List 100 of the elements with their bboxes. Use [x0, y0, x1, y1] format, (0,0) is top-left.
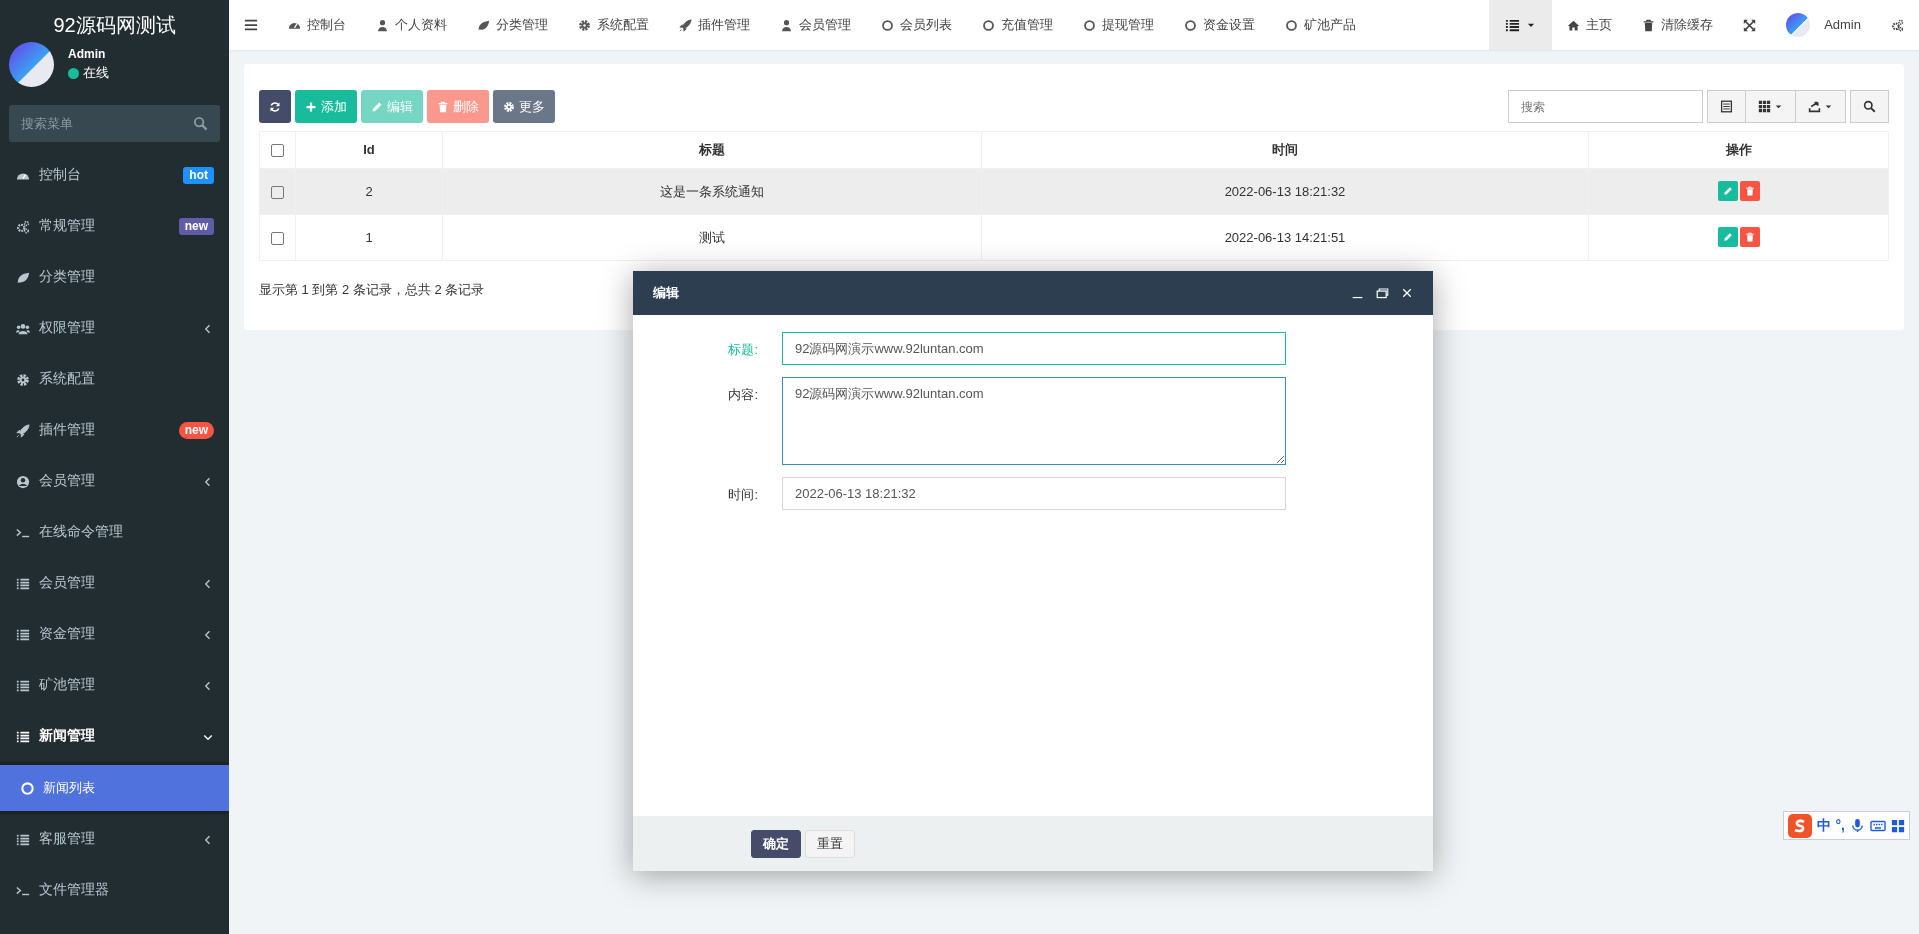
delete-button[interactable]	[1739, 181, 1760, 202]
nav-tab[interactable]: 个人资料	[361, 0, 462, 50]
column-header: 时间	[981, 131, 1589, 169]
nav-tab[interactable]: 控制台	[273, 0, 361, 50]
caret-icon	[1824, 102, 1833, 111]
apps-icon[interactable]	[1891, 818, 1905, 833]
menu-item[interactable]: 会员管理	[0, 456, 229, 507]
text-field[interactable]: 2022-06-13 18:21:32	[782, 477, 1286, 510]
menu-item[interactable]: 控制台 hot	[0, 150, 229, 201]
pencil-icon	[371, 100, 383, 113]
nav-link[interactable]: 清除缓存	[1627, 0, 1729, 50]
user-icon	[16, 474, 30, 489]
more-button[interactable]: 更多	[493, 90, 555, 123]
nav-tab[interactable]: 充值管理	[967, 0, 1068, 50]
table-cell: 这是一条系统通知	[442, 168, 982, 215]
microphone-icon[interactable]	[1850, 818, 1865, 833]
menu-item[interactable]: 在线命令管理	[0, 507, 229, 558]
nav-tab[interactable]: 矿池产品	[1270, 0, 1371, 50]
circle-icon	[982, 18, 995, 32]
table-cell: 1	[295, 214, 443, 261]
menu-item[interactable]: 资金管理	[0, 609, 229, 660]
trash-icon	[1744, 186, 1755, 197]
user-icon	[780, 18, 793, 32]
list-icon	[1505, 17, 1521, 33]
menu-badge: hot	[183, 167, 214, 184]
field-label: 内容:	[727, 386, 759, 404]
row-checkbox[interactable]	[271, 231, 284, 245]
trash-icon	[437, 100, 449, 113]
nav-link[interactable]: 主页	[1552, 0, 1628, 50]
text-field[interactable]: 92源码网演示www.92luntan.com	[782, 332, 1286, 365]
table-cell: 2	[295, 168, 443, 215]
reset-button[interactable]: 重置	[805, 829, 855, 858]
list-icon	[16, 627, 30, 642]
plus-icon	[305, 100, 317, 113]
circle-icon	[1184, 18, 1197, 32]
gear-icon	[578, 18, 591, 32]
submenu-item[interactable]: 新闻列表	[0, 765, 229, 811]
confirm-button[interactable]: 确定	[751, 829, 801, 858]
column-header: 操作	[1588, 131, 1889, 169]
trash-icon	[1642, 18, 1656, 32]
menu-item[interactable]: 会员管理	[0, 558, 229, 609]
field-label: 标题:	[727, 341, 759, 359]
refresh-button[interactable]	[259, 90, 291, 123]
search-icon	[193, 116, 208, 131]
close-icon[interactable]	[1401, 286, 1413, 299]
dropdown-button[interactable]	[1796, 90, 1846, 123]
ime-logo[interactable]	[1787, 813, 1812, 838]
menu-badge: new	[178, 218, 214, 235]
row-checkbox[interactable]	[271, 185, 284, 199]
delete-button[interactable]	[1739, 227, 1760, 248]
restore-icon[interactable]	[1376, 286, 1389, 300]
menu-item[interactable]: 插件管理 new	[0, 405, 229, 456]
leaf-icon	[477, 18, 490, 32]
menu-item[interactable]: 分类管理	[0, 252, 229, 303]
select-all-checkbox[interactable]	[271, 144, 284, 158]
fullscreen-icon	[1743, 18, 1757, 32]
nav-tab[interactable]: 提现管理	[1068, 0, 1169, 50]
list-icon	[16, 678, 30, 693]
field-label: 时间:	[727, 486, 759, 504]
nav-tab[interactable]: 会员管理	[765, 0, 866, 50]
punctuation-toggle[interactable]: °,	[1835, 815, 1845, 836]
caret-icon	[1774, 102, 1783, 111]
nav-tab[interactable]: 会员列表	[866, 0, 967, 50]
menu-item[interactable]: 新闻管理	[0, 711, 229, 762]
list-icon	[16, 576, 30, 591]
nav-tab[interactable]: 插件管理	[664, 0, 765, 50]
input-mode-toggle[interactable]: 中	[1816, 815, 1831, 836]
nav-tab[interactable]: 系统配置	[563, 0, 664, 50]
pencil-icon	[1722, 186, 1733, 197]
menu-item[interactable]: 常规管理 new	[0, 201, 229, 252]
menu-item[interactable]: 矿池管理	[0, 660, 229, 711]
circle-icon	[1083, 18, 1096, 32]
user-icon	[376, 18, 389, 32]
avatar-picture	[1786, 13, 1811, 37]
search-icon	[1863, 100, 1876, 113]
menu-icon	[244, 18, 258, 32]
nav-tab[interactable]: 资金设置	[1169, 0, 1270, 50]
search-field[interactable]: 搜索	[1508, 90, 1703, 123]
menu-item[interactable]: 客服管理	[0, 814, 229, 865]
trash-icon	[1744, 232, 1755, 243]
menu-item[interactable]: 权限管理	[0, 303, 229, 354]
toolbar-button[interactable]	[1707, 90, 1746, 123]
app-title: 92源码网测试	[52, 13, 177, 38]
gears-icon	[1891, 18, 1904, 32]
menu-item[interactable]: 系统配置	[0, 354, 229, 405]
list-icon	[16, 729, 30, 744]
list-icon	[16, 832, 30, 847]
text-area[interactable]: 92源码网演示www.92luntan.com	[782, 377, 1286, 465]
menu-search-field[interactable]: 搜索菜单	[9, 105, 220, 142]
leaf-icon	[16, 270, 30, 285]
tabs-dropdown-button[interactable]	[1489, 0, 1553, 50]
user-menu[interactable]: Admin	[1771, 0, 1876, 50]
nav-tab[interactable]: 分类管理	[462, 0, 563, 50]
search-button[interactable]	[1850, 90, 1889, 123]
user-name: Admin	[68, 46, 107, 64]
menu-item[interactable]: 文件管理器	[0, 865, 229, 916]
circle-icon	[1285, 18, 1298, 32]
dropdown-button[interactable]	[1746, 90, 1796, 123]
dialog-title: 编辑	[653, 284, 679, 303]
pencil-icon	[1722, 232, 1733, 243]
